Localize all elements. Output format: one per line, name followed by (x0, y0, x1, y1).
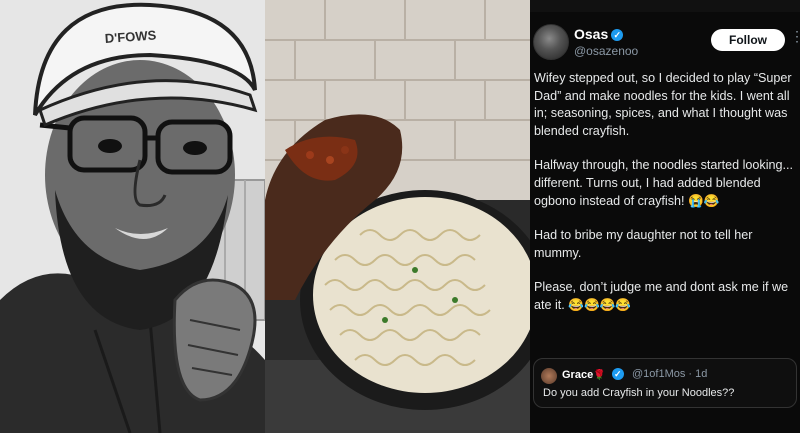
tweet-paragraph-1: Wifey stepped out, so I decided to play … (534, 71, 792, 138)
author-handle[interactable]: @osazenoo (574, 44, 638, 58)
noodles-photo-drawing (265, 0, 530, 433)
cartoon-portrait-image: D'FOWS (0, 0, 265, 433)
more-options-icon[interactable]: ⋮ (790, 28, 800, 45)
reply-avatar (541, 368, 557, 384)
tweet-paragraph-4: Please, don’t judge me and dont ask me i… (534, 280, 789, 312)
reply-author-name-text: Grace (562, 369, 594, 381)
tweet-paragraph-2: Halfway through, the noodles started loo… (534, 158, 794, 208)
quoted-reply-card[interactable]: Grace🌹 ✓ @1of1Mos · 1d Do you add Crayfi… (533, 358, 797, 408)
avatar[interactable] (533, 24, 569, 60)
verified-badge-icon: ✓ (611, 29, 624, 41)
author-name[interactable]: Osas ✓ (574, 26, 624, 42)
cartoon-portrait-drawing: D'FOWS (0, 0, 265, 433)
noodles-photo (265, 0, 530, 433)
reply-handle: @1of1Mos · 1d (632, 368, 708, 380)
tweet-paragraph-3: Had to bribe my daughter not to tell her… (534, 228, 753, 260)
follow-button[interactable]: Follow (711, 29, 785, 51)
author-name-text: Osas (574, 26, 609, 42)
tweet-panel: Osas ✓ @osazenoo Follow ⋮ Wifey stepped o… (530, 0, 800, 433)
status-bar (530, 0, 800, 12)
reply-text: Do you add Crayfish in your Noodles?? (543, 387, 735, 399)
tweet-text: Wifey stepped out, so I decided to play … (534, 70, 796, 332)
reply-verified-badge-icon: ✓ (611, 368, 624, 380)
reply-author-name: Grace🌹 ✓ (562, 368, 624, 381)
rose-icon: 🌹 (593, 370, 606, 381)
